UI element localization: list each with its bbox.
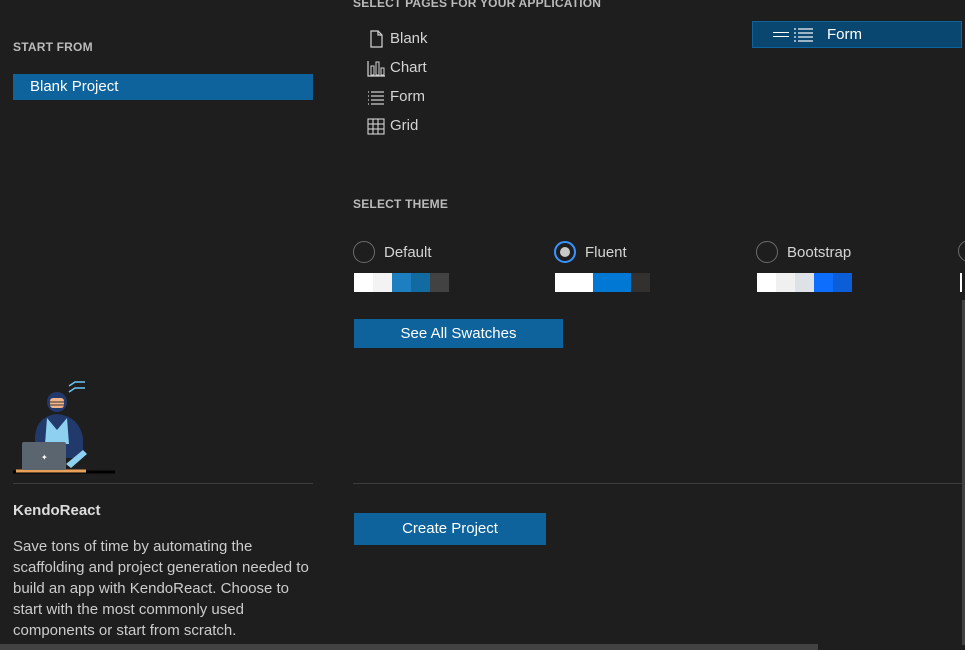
page-item-label: Blank bbox=[390, 30, 428, 47]
page-template-list: Blank Chart Form Grid bbox=[366, 24, 428, 140]
drag-handle-icon[interactable] bbox=[773, 32, 789, 37]
theme-option-default: Default bbox=[353, 240, 449, 292]
theme-swatch-offscreen bbox=[960, 273, 962, 292]
product-title: KendoReact bbox=[13, 502, 101, 519]
select-theme-title: SELECT THEME bbox=[353, 197, 449, 211]
list-icon bbox=[368, 90, 384, 105]
bar-chart-icon bbox=[367, 60, 385, 77]
page-item-form[interactable]: Form bbox=[366, 82, 428, 111]
theme-label: Default bbox=[384, 243, 432, 261]
theme-radio-fluent[interactable]: Fluent bbox=[554, 240, 650, 264]
theme-label: Fluent bbox=[585, 243, 627, 261]
file-icon bbox=[370, 29, 383, 48]
selected-page-label: Form bbox=[827, 26, 862, 43]
theme-swatch-bootstrap bbox=[757, 273, 852, 292]
radio-button[interactable] bbox=[958, 240, 965, 262]
left-divider bbox=[13, 483, 313, 484]
create-project-button[interactable]: Create Project bbox=[354, 513, 546, 545]
theme-radio-bootstrap[interactable]: Bootstrap bbox=[756, 240, 852, 264]
theme-radio-default[interactable]: Default bbox=[353, 240, 449, 264]
list-icon bbox=[794, 27, 813, 42]
table-icon bbox=[367, 117, 385, 135]
product-description: Save tons of time by automating the scaf… bbox=[13, 538, 309, 639]
page-item-chart[interactable]: Chart bbox=[366, 53, 428, 82]
blank-project-item[interactable]: Blank Project bbox=[13, 74, 313, 100]
page-item-label: Grid bbox=[390, 117, 419, 134]
theme-swatch-fluent bbox=[555, 273, 650, 292]
select-pages-title: SELECT PAGES FOR YOUR APPLICATION bbox=[353, 0, 602, 10]
page-item-blank[interactable]: Blank bbox=[366, 24, 428, 53]
radio-button[interactable] bbox=[756, 241, 778, 263]
svg-text:✦: ✦ bbox=[41, 453, 48, 462]
page-item-label: Chart bbox=[390, 59, 427, 76]
radio-button-checked[interactable] bbox=[554, 241, 576, 263]
right-divider bbox=[353, 483, 965, 484]
theme-radio-offscreen[interactable] bbox=[958, 240, 965, 264]
page-item-grid[interactable]: Grid bbox=[366, 111, 428, 140]
page-item-label: Form bbox=[390, 88, 425, 105]
selected-page-form[interactable]: Form bbox=[752, 21, 962, 48]
project-wizard: START FROM Blank Project ✦ KendoReact Sa… bbox=[0, 0, 965, 650]
horizontal-scrollbar[interactable] bbox=[0, 644, 818, 650]
ninja-mascot-illustration: ✦ bbox=[13, 378, 123, 478]
theme-option-bootstrap: Bootstrap bbox=[756, 240, 852, 292]
radio-button[interactable] bbox=[353, 241, 375, 263]
theme-label: Bootstrap bbox=[787, 243, 852, 261]
theme-swatch-default bbox=[354, 273, 449, 292]
start-from-title: START FROM bbox=[13, 40, 93, 54]
see-all-swatches-button[interactable]: See All Swatches bbox=[354, 319, 563, 348]
theme-option-fluent: Fluent bbox=[554, 240, 650, 292]
